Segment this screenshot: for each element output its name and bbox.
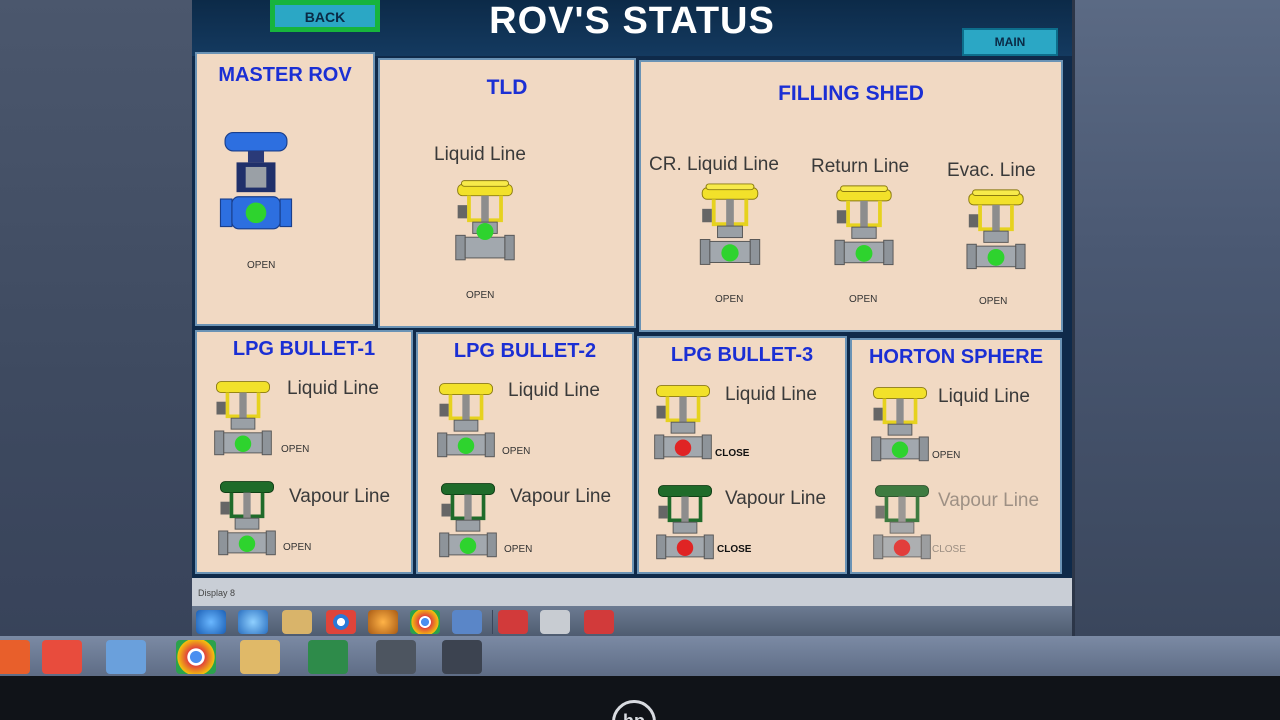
app-icon[interactable] [498,610,528,634]
panel-title: LPG BULLET-2 [453,340,597,362]
lpg-bullet-3-panel: LPG BULLET-3 Liquid Line CLOSE Vapour Li… [637,336,847,574]
panel-title: LPG BULLET-3 [670,344,814,366]
line-label: Return Line [811,156,910,177]
bullet-3-vapour-valve-icon[interactable] [653,478,717,570]
media-icon[interactable] [368,610,398,634]
line-label: Vapour Line [725,488,827,509]
bullet-2-liquid-valve-icon[interactable] [434,376,498,468]
bullet-1-vapour-status: OPEN [283,542,312,553]
inner-taskbar [192,606,1072,638]
filling-shed-panel: FILLING SHED CR. Liquid Line OPEN Return… [639,60,1063,332]
panel-title: LPG BULLET-1 [232,338,376,360]
horton-vapour-status: CLOSE [932,544,966,555]
ie-icon[interactable] [238,610,268,634]
bullet-3-liquid-valve-icon[interactable] [651,378,715,470]
horton-vapour-valve-icon[interactable] [870,478,934,570]
bullet-2-vapour-status: OPEN [504,544,533,555]
tld-liquid-status: OPEN [466,290,495,301]
evac-line-valve-icon[interactable] [963,188,1029,278]
ie-icon[interactable] [0,640,30,674]
line-label: Vapour Line [938,490,1040,511]
line-label: Liquid Line [938,386,1030,407]
cr-liquid-line-valve-icon[interactable] [695,182,765,274]
line-label: Liquid Line [508,380,600,401]
chrome-icon[interactable] [326,610,356,634]
line-label: Liquid Line [287,378,379,399]
line-label: Vapour Line [289,486,391,507]
tld-liquid-valve-icon[interactable] [452,176,518,272]
folder-icon[interactable] [282,610,312,634]
master-rov-status: OPEN [247,260,276,271]
main-button[interactable]: MAIN [962,28,1058,56]
line-label: Vapour Line [510,486,612,507]
taskbar-separator [492,610,493,634]
network-icon[interactable] [106,640,146,674]
chrome-icon[interactable] [410,610,440,634]
master-rov-panel: MASTER ROV OPEN [195,52,375,326]
network-icon[interactable] [452,610,482,634]
return-line-status: OPEN [849,294,878,305]
bullet-1-vapour-valve-icon[interactable] [215,474,279,566]
horton-liquid-valve-icon[interactable] [868,380,932,472]
panel-title: FILLING SHED [778,82,924,105]
master-rov-valve-icon[interactable] [215,128,297,238]
panel-title: MASTER ROV [218,64,352,86]
bullet-3-vapour-status: CLOSE [717,544,752,555]
status-bar-text: Display 8 [198,588,236,598]
chrome-icon[interactable] [176,640,216,674]
tools-icon[interactable] [376,640,416,674]
panel-title: TLD [486,76,528,99]
master-rov-status-indicator [245,202,267,224]
bullet-2-vapour-valve-icon[interactable] [436,476,500,568]
line-label: CR. Liquid Line [649,154,779,175]
folder-icon[interactable] [240,640,280,674]
return-line-valve-icon[interactable] [831,184,897,274]
back-button[interactable]: BACK [270,0,380,32]
panel-title: HORTON SPHERE [868,346,1044,368]
bullet-1-liquid-valve-icon[interactable] [211,374,275,466]
screen-icon[interactable] [442,640,482,674]
tld-panel: TLD Liquid Line OPEN [378,58,636,328]
line-label: Evac. Line [947,160,1036,181]
cr-liquid-line-status: OPEN [715,294,744,305]
line-label: Liquid Line [434,144,526,165]
hmi-screen: ROV'S STATUS BACK MAIN MASTER ROV OPEN T… [192,0,1072,610]
evac-line-status: OPEN [979,296,1008,307]
app-icon[interactable] [584,610,614,634]
outer-taskbar [0,636,1280,678]
bullet-2-liquid-status: OPEN [502,446,531,457]
line-label: Liquid Line [725,384,817,405]
bullet-3-liquid-status: CLOSE [715,448,750,459]
excel-icon[interactable] [308,640,348,674]
monitor-left-area [0,0,192,640]
monitor-icon[interactable] [540,610,570,634]
bullet-1-liquid-status: OPEN [281,444,310,455]
lpg-bullet-2-panel: LPG BULLET-2 Liquid Line OPEN Vapour Lin… [416,332,634,574]
ie-icon[interactable] [196,610,226,634]
lpg-bullet-1-panel: LPG BULLET-1 Liquid Line OPEN Vapour Lin… [195,330,413,574]
horton-sphere-panel: HORTON SPHERE Liquid Line OPEN Vapour Li… [850,338,1062,574]
app-icon[interactable] [42,640,82,674]
horton-liquid-status: OPEN [932,450,961,461]
monitor-right-area [1075,0,1280,640]
